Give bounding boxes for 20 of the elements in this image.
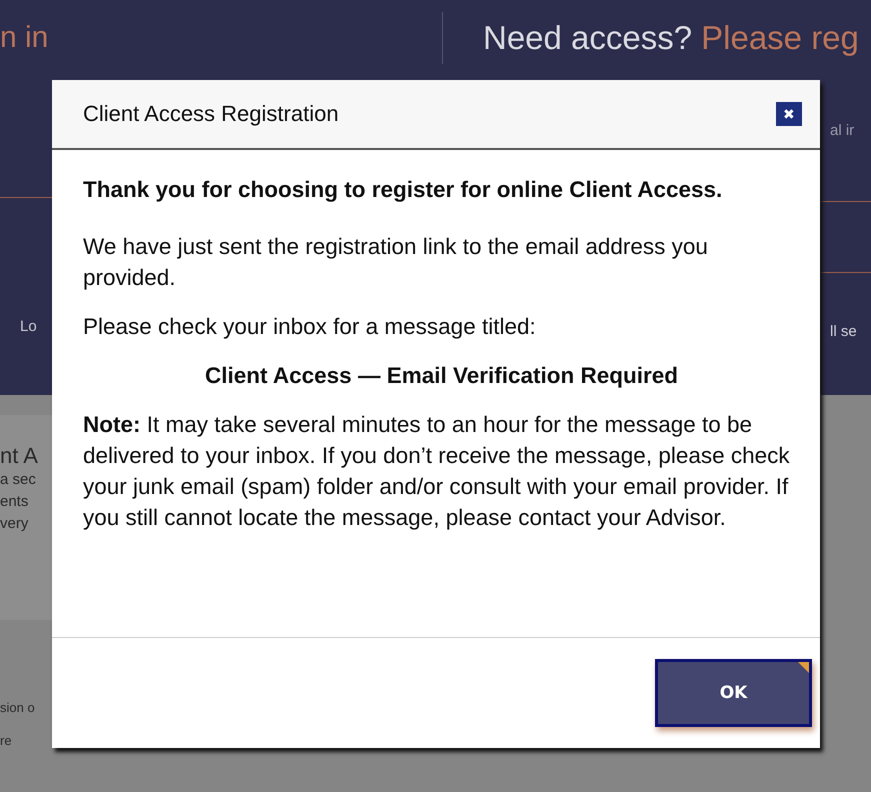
sign-in-heading: n in — [0, 12, 443, 64]
dialog-heading: Thank you for choosing to register for online Client Access. — [83, 176, 724, 204]
nav-link[interactable]: Lo — [20, 318, 52, 334]
register-link[interactable]: Please reg — [701, 19, 859, 57]
message-text: We have just sent the registration link to the email address you provided. — [83, 233, 709, 292]
note-text: Note: It may take several minutes to an hour for the message to be delivered to your inbox. If you don’t receive the message, please check your junk email (spam) folder and/or consult with your email provider. If you still cannot locate the message, please contact your Advisor. — [83, 411, 791, 532]
access-question: Need access? — [483, 19, 692, 57]
dialog-title: Client Access Registration — [83, 101, 340, 127]
page-text: re — [0, 733, 13, 748]
info-text: al ir — [830, 122, 856, 138]
close-button[interactable]: ✖ — [776, 102, 802, 126]
message-text: Please check your inbox for a message titled: — [83, 313, 537, 341]
panel-title: nt A — [0, 443, 39, 469]
nav-link[interactable]: ll se — [830, 322, 871, 340]
panel-text: very — [0, 514, 30, 534]
panel-text: a sec — [0, 470, 37, 490]
panel-text: ents — [0, 492, 30, 512]
page-text: sion o — [0, 700, 36, 715]
email-subject: Client Access — Email Verification Required — [204, 362, 680, 390]
ok-button[interactable]: OK — [655, 659, 812, 727]
